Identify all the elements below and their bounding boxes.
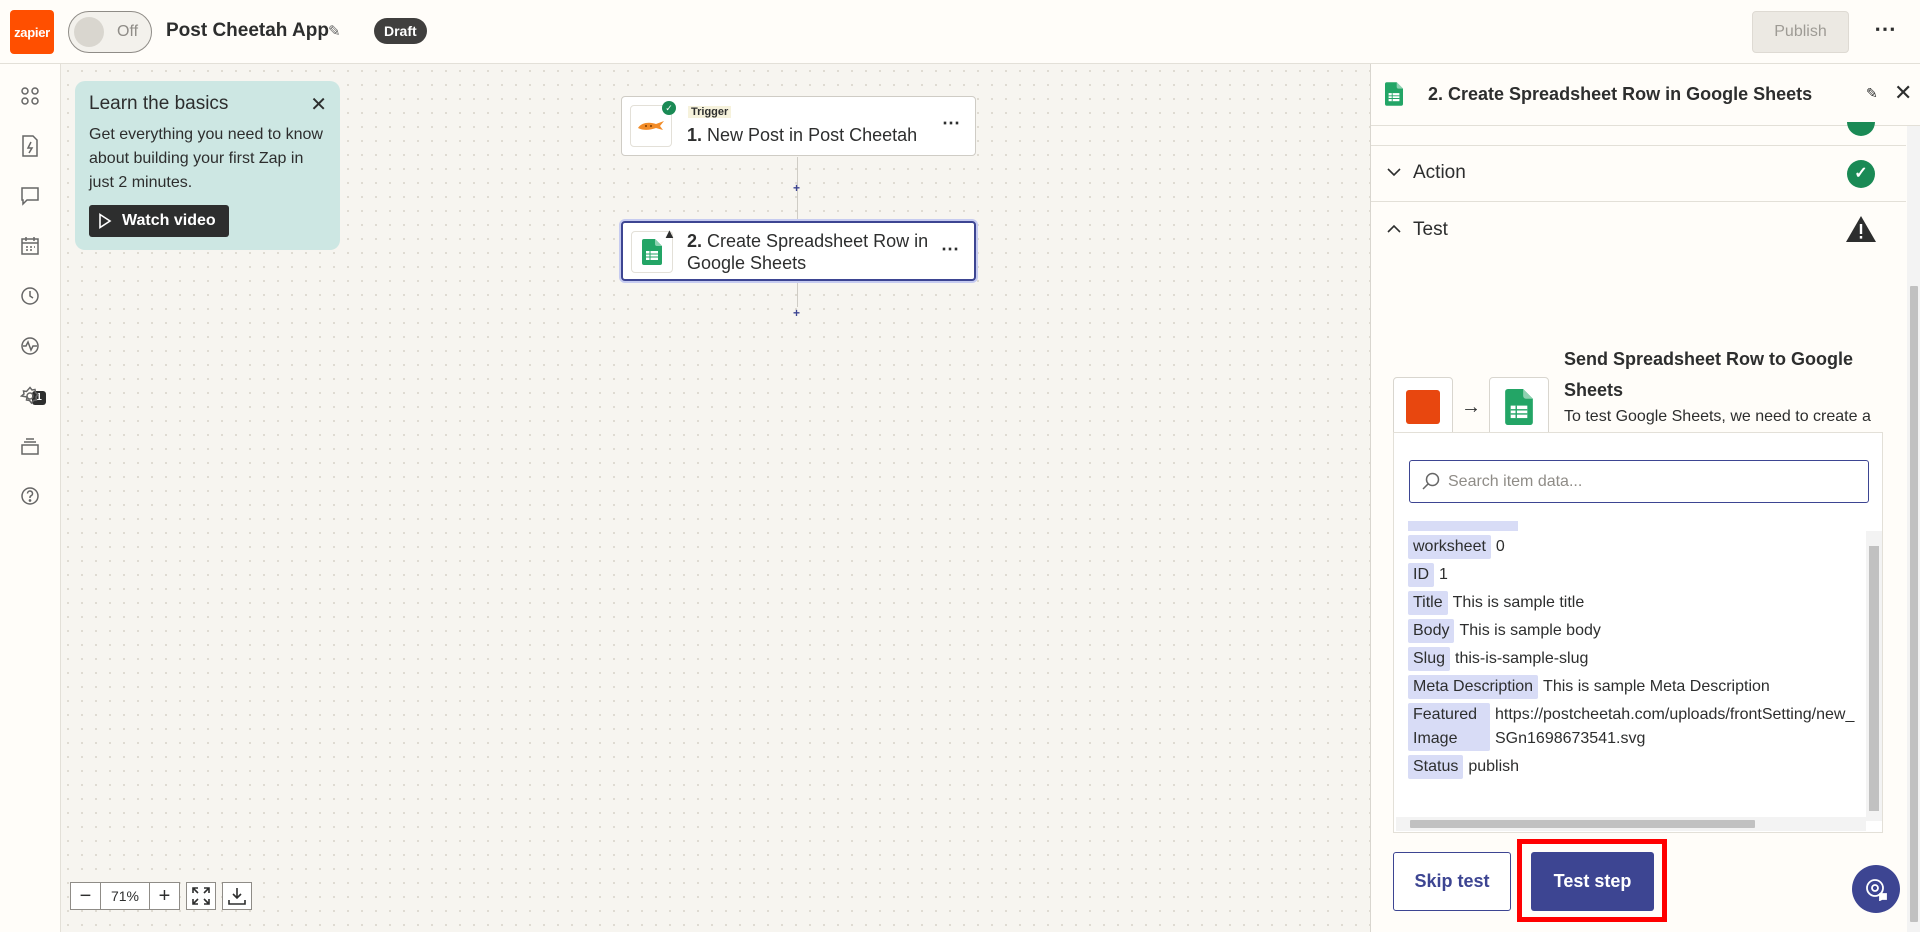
- step-detail-panel: 2. Create Spreadsheet Row in Google Shee…: [1370, 64, 1920, 932]
- search-input-wrapper: [1409, 460, 1869, 503]
- data-row: Status publish: [1408, 755, 1858, 779]
- calendar-icon[interactable]: [18, 234, 42, 258]
- step-ok-icon: ✓: [662, 101, 676, 115]
- data-row: Slug this-is-sample-slug: [1408, 647, 1858, 671]
- data-row: Body This is sample body: [1408, 619, 1858, 643]
- panel-scrollbar[interactable]: [1907, 126, 1920, 932]
- add-step-icon[interactable]: +: [793, 306, 800, 320]
- close-panel-icon[interactable]: ✕: [1894, 80, 1912, 106]
- vertical-scrollbar[interactable]: [1866, 531, 1882, 821]
- learn-basics-card: Learn the basics ✕ Get everything you ne…: [75, 81, 340, 250]
- step-2-more-icon[interactable]: ⋯: [941, 239, 960, 260]
- data-row: Featured Image https://postcheetah.com/up…: [1408, 703, 1858, 751]
- zoom-level: 71%: [100, 883, 150, 909]
- more-options-icon[interactable]: ⋯: [1874, 16, 1897, 42]
- step-connector: [797, 283, 798, 307]
- google-sheets-icon: [1385, 82, 1403, 111]
- help-icon[interactable]: [18, 484, 42, 508]
- data-row: Meta Description This is sample Meta Desc…: [1408, 675, 1858, 699]
- toggle-knob: [74, 17, 104, 47]
- google-sheets-icon: [1489, 377, 1549, 437]
- watch-video-button[interactable]: Watch video: [89, 205, 229, 237]
- download-icon[interactable]: [222, 882, 252, 910]
- trigger-step-card[interactable]: ✓ Trigger 1. New Post in Post Cheetah ⋯: [621, 96, 976, 156]
- data-row: Title This is sample title: [1408, 591, 1858, 615]
- panel-title: 2. Create Spreadsheet Row in Google Shee…: [1428, 84, 1813, 104]
- fit-to-screen-icon[interactable]: [186, 882, 216, 910]
- action-step-card[interactable]: ▲ 2. Create Spreadsheet Row in Google Sh…: [621, 221, 976, 281]
- zoom-out-button[interactable]: −: [71, 883, 100, 909]
- data-row: worksheet 0: [1408, 535, 1858, 559]
- support-icon: [1866, 879, 1887, 901]
- left-sidebar: 1: [0, 64, 61, 932]
- toggle-label: Off: [117, 23, 139, 40]
- add-step-icon[interactable]: +: [793, 181, 800, 195]
- skip-test-button[interactable]: Skip test: [1393, 852, 1511, 911]
- item-data-list: worksheet 0 ID 1 Title This is sample title…: [1408, 521, 1858, 799]
- test-section-header[interactable]: Test: [1371, 203, 1906, 259]
- action-section-header[interactable]: Action ✓: [1371, 146, 1906, 202]
- send-title: Send Spreadsheet Row to Google Sheets: [1564, 349, 1854, 400]
- history-icon[interactable]: [18, 284, 42, 308]
- settings-icon[interactable]: [18, 384, 42, 408]
- top-bar: zapier Off Post Cheetah App ✎ Draft Publ…: [0, 0, 1920, 64]
- zap-on-off-toggle[interactable]: Off: [68, 11, 152, 53]
- apps-icon[interactable]: [18, 84, 42, 108]
- chevron-down-icon: [1387, 164, 1401, 180]
- help-chat-button[interactable]: [1852, 865, 1900, 913]
- stack-icon[interactable]: [18, 434, 42, 458]
- step-1-more-icon[interactable]: ⋯: [942, 113, 961, 134]
- learn-basics-description: Get everything you need to know about bu…: [89, 126, 323, 191]
- source-app-icon: [1393, 377, 1453, 437]
- step-2-label: 2. Create Spreadsheet Row in Google Shee…: [687, 231, 929, 273]
- data-row: ID 1: [1408, 563, 1858, 587]
- step-1-label: 1. New Post in Post Cheetah: [687, 125, 918, 145]
- zap-title[interactable]: Post Cheetah App: [166, 20, 329, 42]
- zapier-logo[interactable]: zapier: [10, 10, 54, 54]
- learn-basics-title: Learn the basics: [89, 93, 229, 114]
- status-badge: Draft: [374, 18, 427, 44]
- test-flow-illustration: →: [1393, 377, 1549, 437]
- trigger-tag: Trigger: [688, 106, 732, 118]
- edit-icon[interactable]: ✎: [1866, 85, 1878, 102]
- edit-title-icon[interactable]: ✎: [328, 22, 341, 40]
- item-data-box: worksheet0 ID1 TitleThis is sample title…: [1393, 432, 1883, 833]
- publish-button[interactable]: Publish: [1752, 11, 1849, 53]
- zap-icon[interactable]: [18, 134, 42, 158]
- watch-video-label: Watch video: [122, 212, 216, 229]
- warning-icon: ▲: [663, 226, 676, 241]
- arrow-right-icon: →: [1461, 395, 1481, 418]
- play-icon: [99, 213, 112, 229]
- activity-icon[interactable]: [18, 334, 42, 358]
- chevron-up-icon: [1387, 221, 1401, 237]
- zoom-in-button[interactable]: +: [150, 883, 179, 909]
- chat-icon[interactable]: [18, 184, 42, 208]
- check-icon: ✓: [1847, 160, 1875, 188]
- close-icon[interactable]: ✕: [310, 92, 327, 117]
- clipped-row: [1408, 521, 1858, 531]
- search-icon: [1422, 472, 1440, 495]
- search-input[interactable]: [1448, 469, 1858, 495]
- horizontal-scrollbar[interactable]: [1396, 817, 1866, 831]
- zoom-controls: − 71% +: [70, 882, 252, 912]
- panel-header: 2. Create Spreadsheet Row in Google Shee…: [1371, 64, 1920, 126]
- action-section-label: Action: [1413, 162, 1466, 183]
- warning-icon: [1845, 215, 1877, 248]
- highlight-box: [1517, 839, 1667, 922]
- test-section-label: Test: [1413, 219, 1448, 240]
